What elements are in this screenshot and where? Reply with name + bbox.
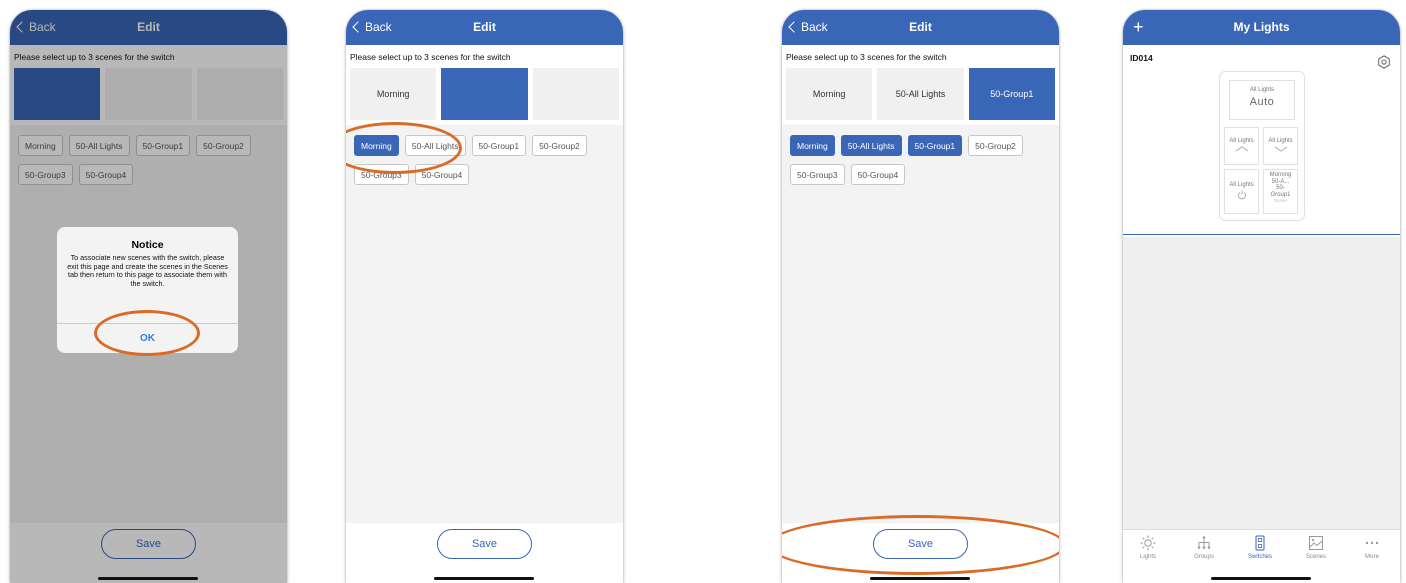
- ok-button[interactable]: OK: [57, 323, 238, 353]
- device-down-button[interactable]: All Lights: [1263, 127, 1298, 165]
- scene-slot-3[interactable]: 50-Group1: [968, 68, 1055, 120]
- save-button[interactable]: Save: [437, 529, 532, 559]
- scene-slots: Morning: [350, 68, 619, 120]
- my-lights-screen: + My Lights ID014 All Lights Auto All Li…: [1123, 10, 1400, 583]
- edit-screen-select: Back Edit Please select up to 3 scenes f…: [346, 10, 623, 583]
- scene-slot-1[interactable]: Morning: [350, 68, 437, 120]
- nav-bar: Back Edit: [346, 10, 623, 45]
- save-button[interactable]: Save: [873, 529, 968, 559]
- home-indicator: [98, 577, 198, 580]
- scene-chip-group4[interactable]: 50-Group4: [414, 164, 470, 185]
- scene-chip-all-lights[interactable]: 50-All Lights: [840, 135, 902, 156]
- groups-icon: [1197, 536, 1211, 549]
- empty-list-area: [1123, 237, 1400, 529]
- image-icon: [1309, 536, 1323, 550]
- chevron-up-icon: [1235, 146, 1248, 152]
- edit-screen-notice: Back Edit Please select up to 3 scenes f…: [10, 10, 287, 583]
- scene-line-3: 50-: [1276, 185, 1285, 192]
- nav-bar: + My Lights: [1123, 10, 1400, 45]
- page-title: Edit: [473, 20, 496, 34]
- switch-id: ID014: [1130, 53, 1153, 63]
- edit-screen-selected: Back Edit Please select up to 3 scenes f…: [782, 10, 1059, 583]
- scene-chip-group2[interactable]: 50-Group2: [968, 135, 1023, 156]
- scene-chip-group4[interactable]: 50-Group4: [850, 164, 906, 185]
- down-label: All Lights: [1268, 138, 1293, 144]
- gear-icon[interactable]: [1377, 55, 1391, 69]
- scene-line-2: 50-A...: [1271, 178, 1290, 185]
- power-label: All Lights: [1229, 182, 1254, 188]
- dialog-title: Notice: [131, 239, 164, 251]
- scene-chip-area: Morning 50-All Lights 50-Group1 50-Group…: [346, 125, 623, 523]
- device-scene-button[interactable]: Morning 50-A... 50- Group1 Scene: [1263, 169, 1298, 214]
- scene-chip-morning[interactable]: Morning: [790, 135, 835, 156]
- scene-slot-2[interactable]: [441, 68, 528, 120]
- auto-small-label: All Lights: [1249, 87, 1275, 93]
- scene-chips: Morning 50-All Lights 50-Group1 50-Group…: [354, 135, 616, 185]
- scene-chip-group3[interactable]: 50-Group3: [790, 164, 845, 185]
- power-icon: [1237, 190, 1246, 200]
- up-label: All Lights: [1229, 138, 1254, 144]
- device-power-button[interactable]: All Lights: [1224, 169, 1259, 214]
- scene-chips: Morning 50-All Lights 50-Group1 50-Group…: [790, 135, 1052, 185]
- scene-slots: Morning 50-All Lights 50-Group1: [786, 68, 1055, 120]
- more-icon: [1365, 541, 1379, 545]
- nav-bar: Back Edit: [782, 10, 1059, 45]
- instruction-text: Please select up to 3 scenes for the swi…: [350, 52, 511, 62]
- dialog-message: To associate new scenes with the switch,…: [67, 253, 228, 288]
- tab-label: Switches: [1247, 554, 1272, 560]
- scene-slot-1[interactable]: Morning: [786, 68, 873, 120]
- tab-switches[interactable]: Switches: [1235, 535, 1285, 560]
- page-title: My Lights: [1233, 20, 1290, 34]
- scene-chip-all-lights[interactable]: 50-All Lights: [404, 135, 466, 156]
- tab-more[interactable]: More: [1347, 535, 1397, 560]
- home-indicator: [1211, 577, 1311, 580]
- page-title: Edit: [909, 20, 932, 34]
- switch-device-preview: All Lights Auto All Lights All Lights Al…: [1219, 71, 1305, 221]
- scene-chip-area: Morning 50-All Lights 50-Group1 50-Group…: [782, 125, 1059, 523]
- scene-caption: Scene: [1274, 198, 1287, 204]
- home-indicator: [434, 577, 534, 580]
- tab-label: Lights: [1139, 554, 1156, 560]
- auto-big-label: Auto: [1249, 96, 1275, 108]
- tab-scenes[interactable]: Scenes: [1291, 535, 1341, 560]
- device-up-button[interactable]: All Lights: [1224, 127, 1259, 165]
- scene-slot-2[interactable]: 50-All Lights: [877, 68, 964, 120]
- scene-chip-group1[interactable]: 50-Group1: [471, 135, 527, 156]
- scene-chip-group2[interactable]: 50-Group2: [532, 135, 587, 156]
- tab-label: Groups: [1194, 554, 1214, 560]
- tab-lights[interactable]: Lights: [1123, 535, 1173, 560]
- switch-icon: [1255, 535, 1265, 551]
- footer: Save: [346, 523, 623, 583]
- tab-bar: Lights Groups Switches Scenes More: [1123, 529, 1400, 583]
- notice-dialog: Notice To associate new scenes with the …: [57, 227, 238, 353]
- device-auto-button[interactable]: All Lights Auto: [1229, 80, 1295, 120]
- scene-chip-group3[interactable]: 50-Group3: [354, 164, 409, 185]
- switch-card[interactable]: ID014 All Lights Auto All Lights All Lig…: [1123, 45, 1400, 235]
- scene-slot-3[interactable]: [532, 68, 619, 120]
- scene-chip-group1[interactable]: 50-Group1: [907, 135, 963, 156]
- scene-line-4: Group1: [1270, 191, 1291, 198]
- tab-label: Scenes: [1305, 554, 1326, 560]
- scene-line-1: Morning: [1269, 172, 1292, 178]
- scene-chip-morning[interactable]: Morning: [354, 135, 399, 156]
- tab-groups[interactable]: Groups: [1179, 535, 1229, 560]
- instruction-text: Please select up to 3 scenes for the swi…: [786, 52, 947, 62]
- footer: Save: [782, 523, 1059, 583]
- sun-icon: [1140, 535, 1156, 551]
- tab-label: More: [1365, 554, 1379, 560]
- chevron-down-icon: [1274, 146, 1287, 152]
- home-indicator: [870, 577, 970, 580]
